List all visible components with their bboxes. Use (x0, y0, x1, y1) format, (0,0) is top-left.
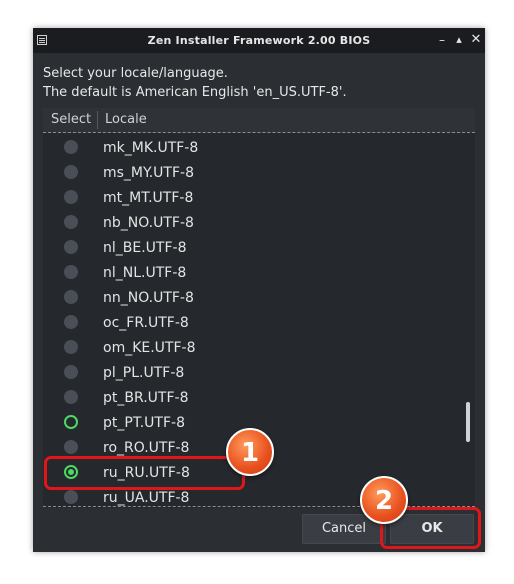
locale-row[interactable]: om_KE.UTF-8 (43, 336, 463, 361)
locale-row[interactable]: nl_NL.UTF-8 (43, 261, 463, 286)
locale-label: pt_BR.UTF-8 (103, 390, 189, 406)
step-marker-1: 1 (226, 428, 274, 476)
close-button[interactable]: ✕ (469, 32, 483, 48)
locale-row[interactable]: nb_NO.UTF-8 (43, 211, 463, 236)
prompt-text: Select your locale/language. (43, 66, 228, 81)
radio-unchecked[interactable] (64, 415, 78, 429)
locale-row[interactable]: oc_FR.UTF-8 (43, 311, 463, 336)
locale-label: ms_MY.UTF-8 (103, 165, 194, 181)
radio-unchecked[interactable] (64, 190, 78, 204)
column-header-locale[interactable]: Locale (105, 108, 147, 132)
radio-unchecked[interactable] (64, 365, 78, 379)
locale-row[interactable]: mk_MK.UTF-8 (43, 136, 463, 161)
radio-unchecked[interactable] (64, 490, 78, 504)
locale-label: nb_NO.UTF-8 (103, 215, 194, 231)
minimize-button[interactable]: – (435, 32, 449, 48)
radio-unchecked[interactable] (64, 165, 78, 179)
radio-unchecked[interactable] (64, 140, 78, 154)
step-marker-2: 2 (360, 476, 408, 524)
locale-row[interactable]: pl_PL.UTF-8 (43, 361, 463, 386)
locale-label: nl_NL.UTF-8 (103, 265, 187, 281)
list-scrollbar[interactable] (466, 402, 470, 442)
locale-row[interactable]: mt_MT.UTF-8 (43, 186, 463, 211)
default-locale-text: The default is American English 'en_US.U… (43, 85, 347, 100)
radio-unchecked[interactable] (64, 215, 78, 229)
locale-label: pl_PL.UTF-8 (103, 365, 185, 381)
radio-unchecked[interactable] (64, 390, 78, 404)
window-title: Zen Installer Framework 2.00 BIOS (147, 34, 371, 47)
column-header-select[interactable]: Select (51, 108, 91, 132)
radio-unchecked[interactable] (64, 290, 78, 304)
locale-label: oc_FR.UTF-8 (103, 315, 189, 331)
locale-label: nn_NO.UTF-8 (103, 290, 194, 306)
highlight-ru-locale (44, 456, 245, 490)
radio-unchecked[interactable] (64, 240, 78, 254)
locale-label: nl_BE.UTF-8 (103, 240, 187, 256)
maximize-button[interactable]: ▴ (452, 32, 466, 48)
radio-unchecked[interactable] (64, 315, 78, 329)
radio-unchecked[interactable] (64, 440, 78, 454)
locale-row[interactable]: nn_NO.UTF-8 (43, 286, 463, 311)
locale-label: mk_MK.UTF-8 (103, 140, 199, 156)
list-header: Select Locale (43, 108, 475, 133)
locale-row[interactable]: pt_BR.UTF-8 (43, 386, 463, 411)
locale-row[interactable]: ms_MY.UTF-8 (43, 161, 463, 186)
locale-row[interactable]: nl_BE.UTF-8 (43, 236, 463, 261)
radio-unchecked[interactable] (64, 265, 78, 279)
title-bar[interactable]: Zen Installer Framework 2.00 BIOS – ▴ ✕ (33, 28, 485, 53)
radio-unchecked[interactable] (64, 340, 78, 354)
locale-label: pt_PT.UTF-8 (103, 415, 185, 431)
locale-label: mt_MT.UTF-8 (103, 190, 194, 206)
column-divider (97, 111, 98, 129)
locale-label: om_KE.UTF-8 (103, 340, 196, 356)
